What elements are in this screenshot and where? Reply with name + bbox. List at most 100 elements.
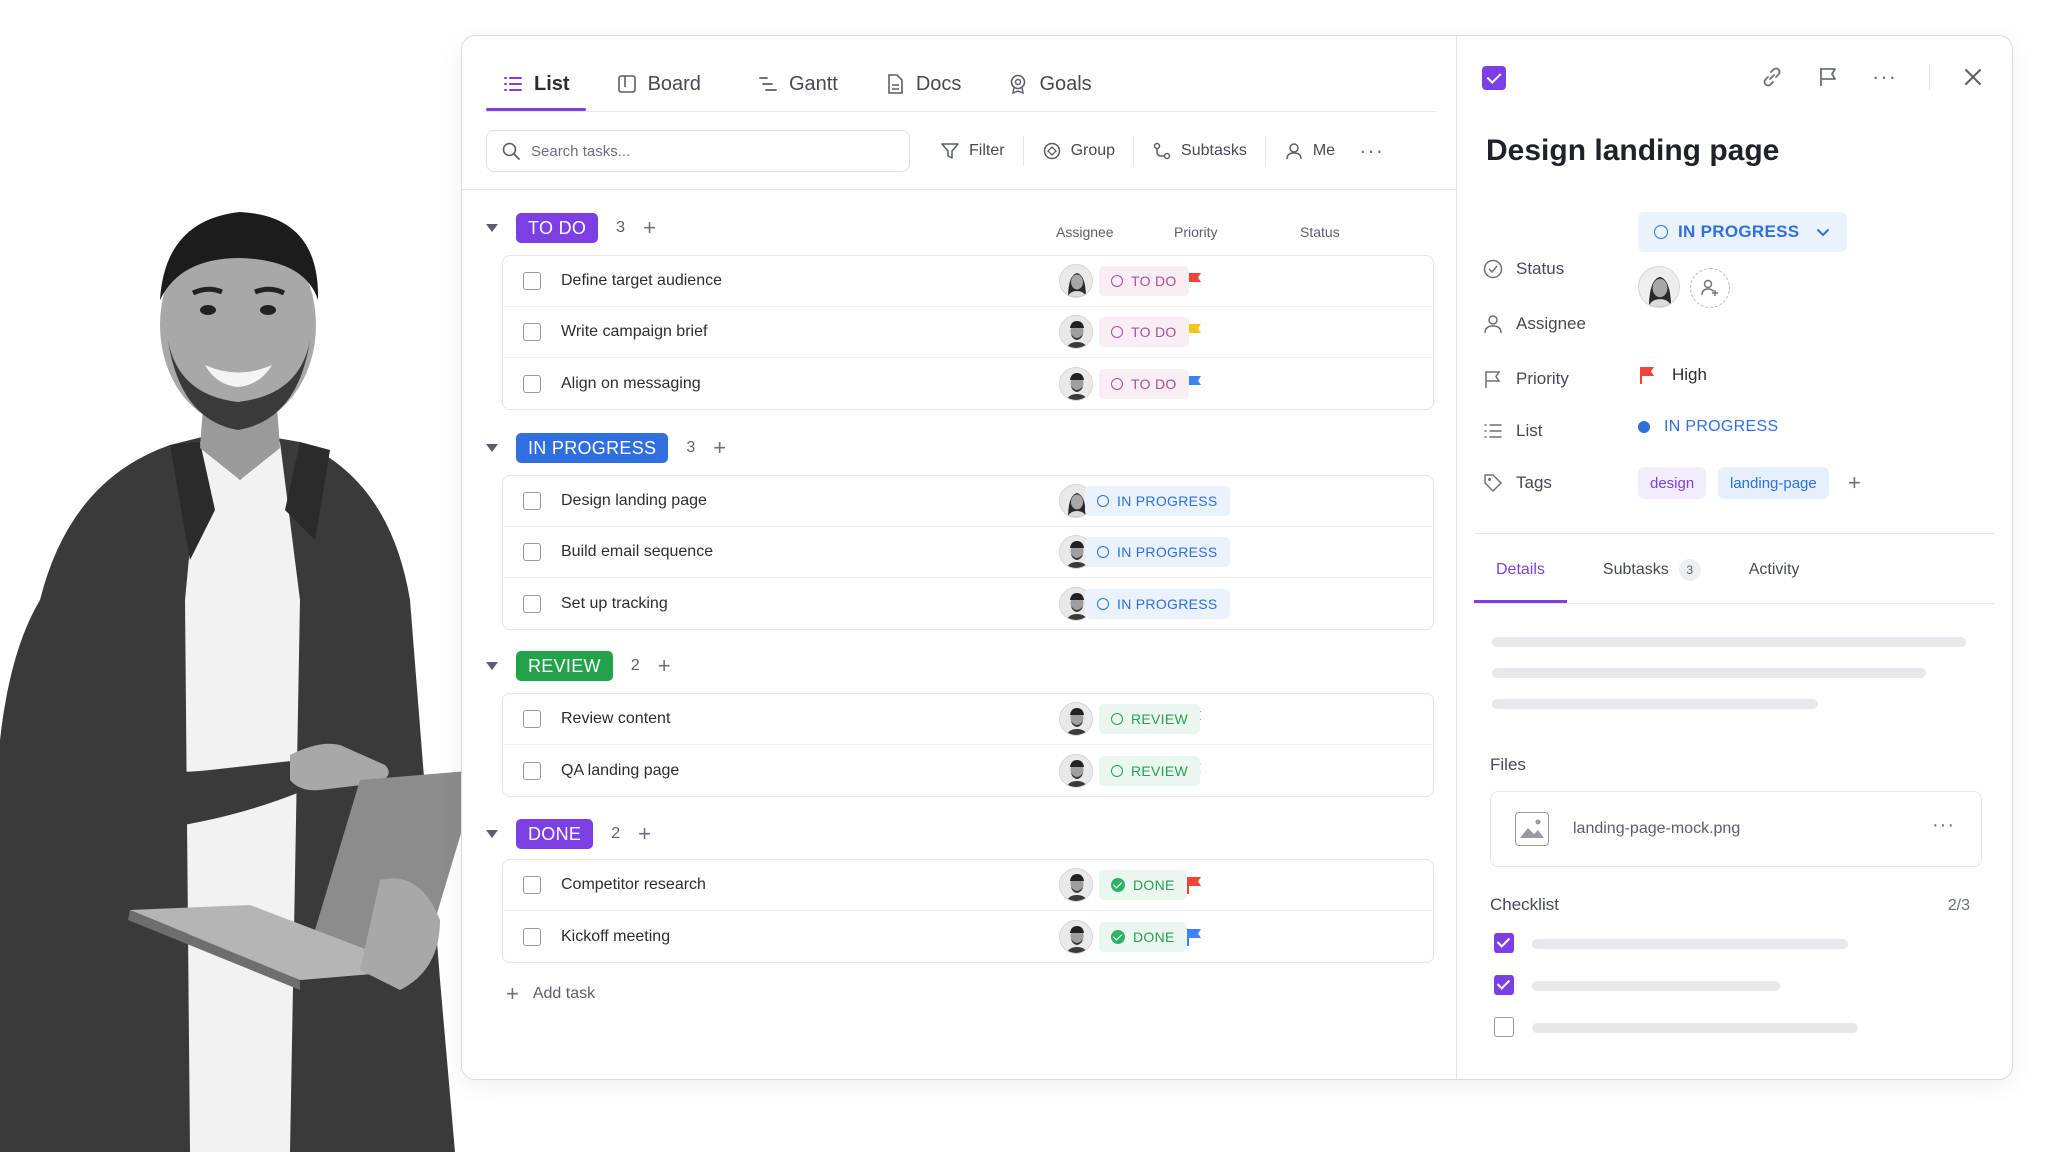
tabs-divider [486, 111, 1436, 112]
status-badge[interactable]: REVIEW [1099, 755, 1201, 786]
divider [1474, 533, 1994, 534]
task-checkbox[interactable] [523, 927, 541, 946]
status-badge[interactable]: IN PROGRESS [1085, 588, 1230, 619]
close-icon[interactable] [1962, 66, 1984, 88]
group-header-review[interactable]: REVIEW 2 + [486, 650, 671, 682]
task-row[interactable]: Build email sequence IN PROGRESS [503, 527, 1433, 578]
priority-value-button[interactable]: High [1638, 365, 1707, 385]
me-button[interactable]: Me [1266, 136, 1353, 166]
collapse-caret-icon[interactable] [486, 224, 498, 232]
add-tag-icon[interactable]: + [1848, 470, 1861, 496]
task-row[interactable]: Design landing page IN PROGRESS [503, 476, 1433, 527]
status-badge[interactable]: TO DO [1099, 266, 1189, 296]
task-checkbox[interactable] [523, 594, 541, 613]
search-input[interactable] [531, 142, 891, 160]
task-checkbox[interactable] [523, 543, 541, 561]
status-dropdown[interactable]: IN PROGRESS [1638, 212, 1848, 252]
status-badge[interactable]: TO DO [1099, 368, 1189, 399]
done-check-icon [1111, 878, 1125, 892]
priority-flag-icon[interactable] [1186, 271, 1204, 291]
checklist-checkbox[interactable] [1494, 1017, 1514, 1037]
task-checkbox[interactable] [523, 272, 541, 290]
file-attachment[interactable]: landing-page-mock.png ··· [1490, 791, 1982, 867]
collapse-caret-icon[interactable] [486, 830, 498, 838]
checklist-checkbox[interactable] [1494, 933, 1514, 953]
more-options-icon[interactable]: ··· [1932, 814, 1955, 837]
tag-landing-page[interactable]: landing-page [1718, 467, 1829, 499]
group-header-in-progress[interactable]: IN PROGRESS 3 + [486, 432, 726, 464]
description-placeholder-line [1492, 637, 1966, 647]
avatar[interactable] [1059, 315, 1093, 349]
task-checkbox[interactable] [523, 710, 541, 728]
collapse-caret-icon[interactable] [486, 444, 498, 452]
group-header-done[interactable]: DONE 2 + [486, 818, 651, 850]
description-placeholder-line [1492, 668, 1926, 678]
avatar[interactable] [1638, 266, 1680, 308]
group-header-todo[interactable]: TO DO 3 + [486, 212, 656, 244]
collapse-caret-icon[interactable] [486, 662, 498, 670]
search-box[interactable] [486, 130, 910, 172]
task-title[interactable]: Design landing page [1486, 134, 1779, 168]
tab-goals[interactable]: Goals [991, 58, 1107, 110]
add-task-button[interactable]: + Add task [506, 981, 595, 1007]
checklist-item-placeholder [1532, 981, 1780, 991]
avatar[interactable] [1059, 366, 1093, 401]
add-icon[interactable]: + [658, 655, 671, 677]
group-button[interactable]: Group [1024, 136, 1135, 166]
tab-details[interactable]: Details [1474, 561, 1567, 603]
subtasks-button[interactable]: Subtasks [1134, 136, 1266, 166]
status-badge[interactable]: IN PROGRESS [1085, 486, 1230, 516]
task-checkbox[interactable] [523, 876, 541, 894]
avatar[interactable] [1059, 753, 1093, 788]
done-check-icon [1111, 929, 1125, 944]
task-row[interactable]: Write campaign brief TO DO [503, 307, 1433, 358]
priority-flag-icon[interactable] [1186, 927, 1204, 947]
task-name: QA landing page [561, 761, 680, 779]
add-assignee-button[interactable] [1690, 268, 1730, 308]
list-value-link[interactable]: IN PROGRESS [1638, 418, 1778, 436]
task-name: Define target audience [561, 272, 722, 289]
more-options-icon[interactable]: ··· [1872, 64, 1897, 90]
avatar[interactable] [1059, 868, 1093, 902]
add-icon[interactable]: + [713, 437, 726, 459]
task-row[interactable]: Kickoff meeting DONE [503, 911, 1433, 962]
link-icon[interactable] [1760, 65, 1784, 89]
priority-flag-icon[interactable] [1186, 322, 1204, 342]
tag-design[interactable]: design [1638, 467, 1707, 499]
task-row[interactable]: Set up tracking IN PROGRESS [503, 578, 1433, 629]
tab-list[interactable]: List [486, 58, 586, 111]
status-badge[interactable]: DONE [1099, 870, 1187, 900]
tab-subtasks[interactable]: Subtasks 3 [1581, 559, 1723, 603]
flag-icon[interactable] [1816, 65, 1840, 89]
add-icon[interactable]: + [638, 823, 651, 845]
task-checkbox[interactable] [523, 374, 541, 393]
checklist-checkbox[interactable] [1494, 975, 1514, 995]
avatar[interactable] [1059, 702, 1093, 736]
priority-flag-icon[interactable] [1186, 875, 1204, 895]
avatar[interactable] [1059, 264, 1093, 298]
task-row[interactable]: QA landing page REVIEW [503, 745, 1433, 796]
tab-gantt[interactable]: Gantt [741, 58, 854, 110]
task-row[interactable]: Review content REVIEW [503, 694, 1433, 745]
task-complete-checkbox[interactable] [1482, 66, 1506, 90]
tab-docs[interactable]: Docs [868, 58, 978, 110]
task-checkbox[interactable] [523, 323, 541, 341]
task-checkbox[interactable] [523, 761, 541, 780]
tab-activity[interactable]: Activity [1727, 561, 1822, 603]
status-badge[interactable]: IN PROGRESS [1085, 537, 1230, 567]
task-checkbox[interactable] [523, 492, 541, 510]
status-badge[interactable]: TO DO [1099, 317, 1189, 347]
task-row[interactable]: Competitor research DONE [503, 860, 1433, 911]
status-badge[interactable]: REVIEW [1099, 704, 1201, 734]
priority-flag-icon[interactable] [1186, 374, 1204, 394]
column-status: Status [1300, 224, 1340, 240]
task-row[interactable]: Align on messaging TO DO [503, 358, 1433, 409]
filter-button[interactable]: Filter [922, 136, 1024, 166]
tab-board[interactable]: Board [600, 58, 717, 110]
status-badge[interactable]: DONE [1099, 921, 1187, 952]
avatar[interactable] [1059, 919, 1093, 954]
flag-icon [1485, 371, 1501, 388]
task-row[interactable]: Define target audience TO DO [503, 256, 1433, 307]
more-options-icon[interactable]: ··· [1359, 138, 1384, 164]
add-icon[interactable]: + [643, 217, 656, 239]
